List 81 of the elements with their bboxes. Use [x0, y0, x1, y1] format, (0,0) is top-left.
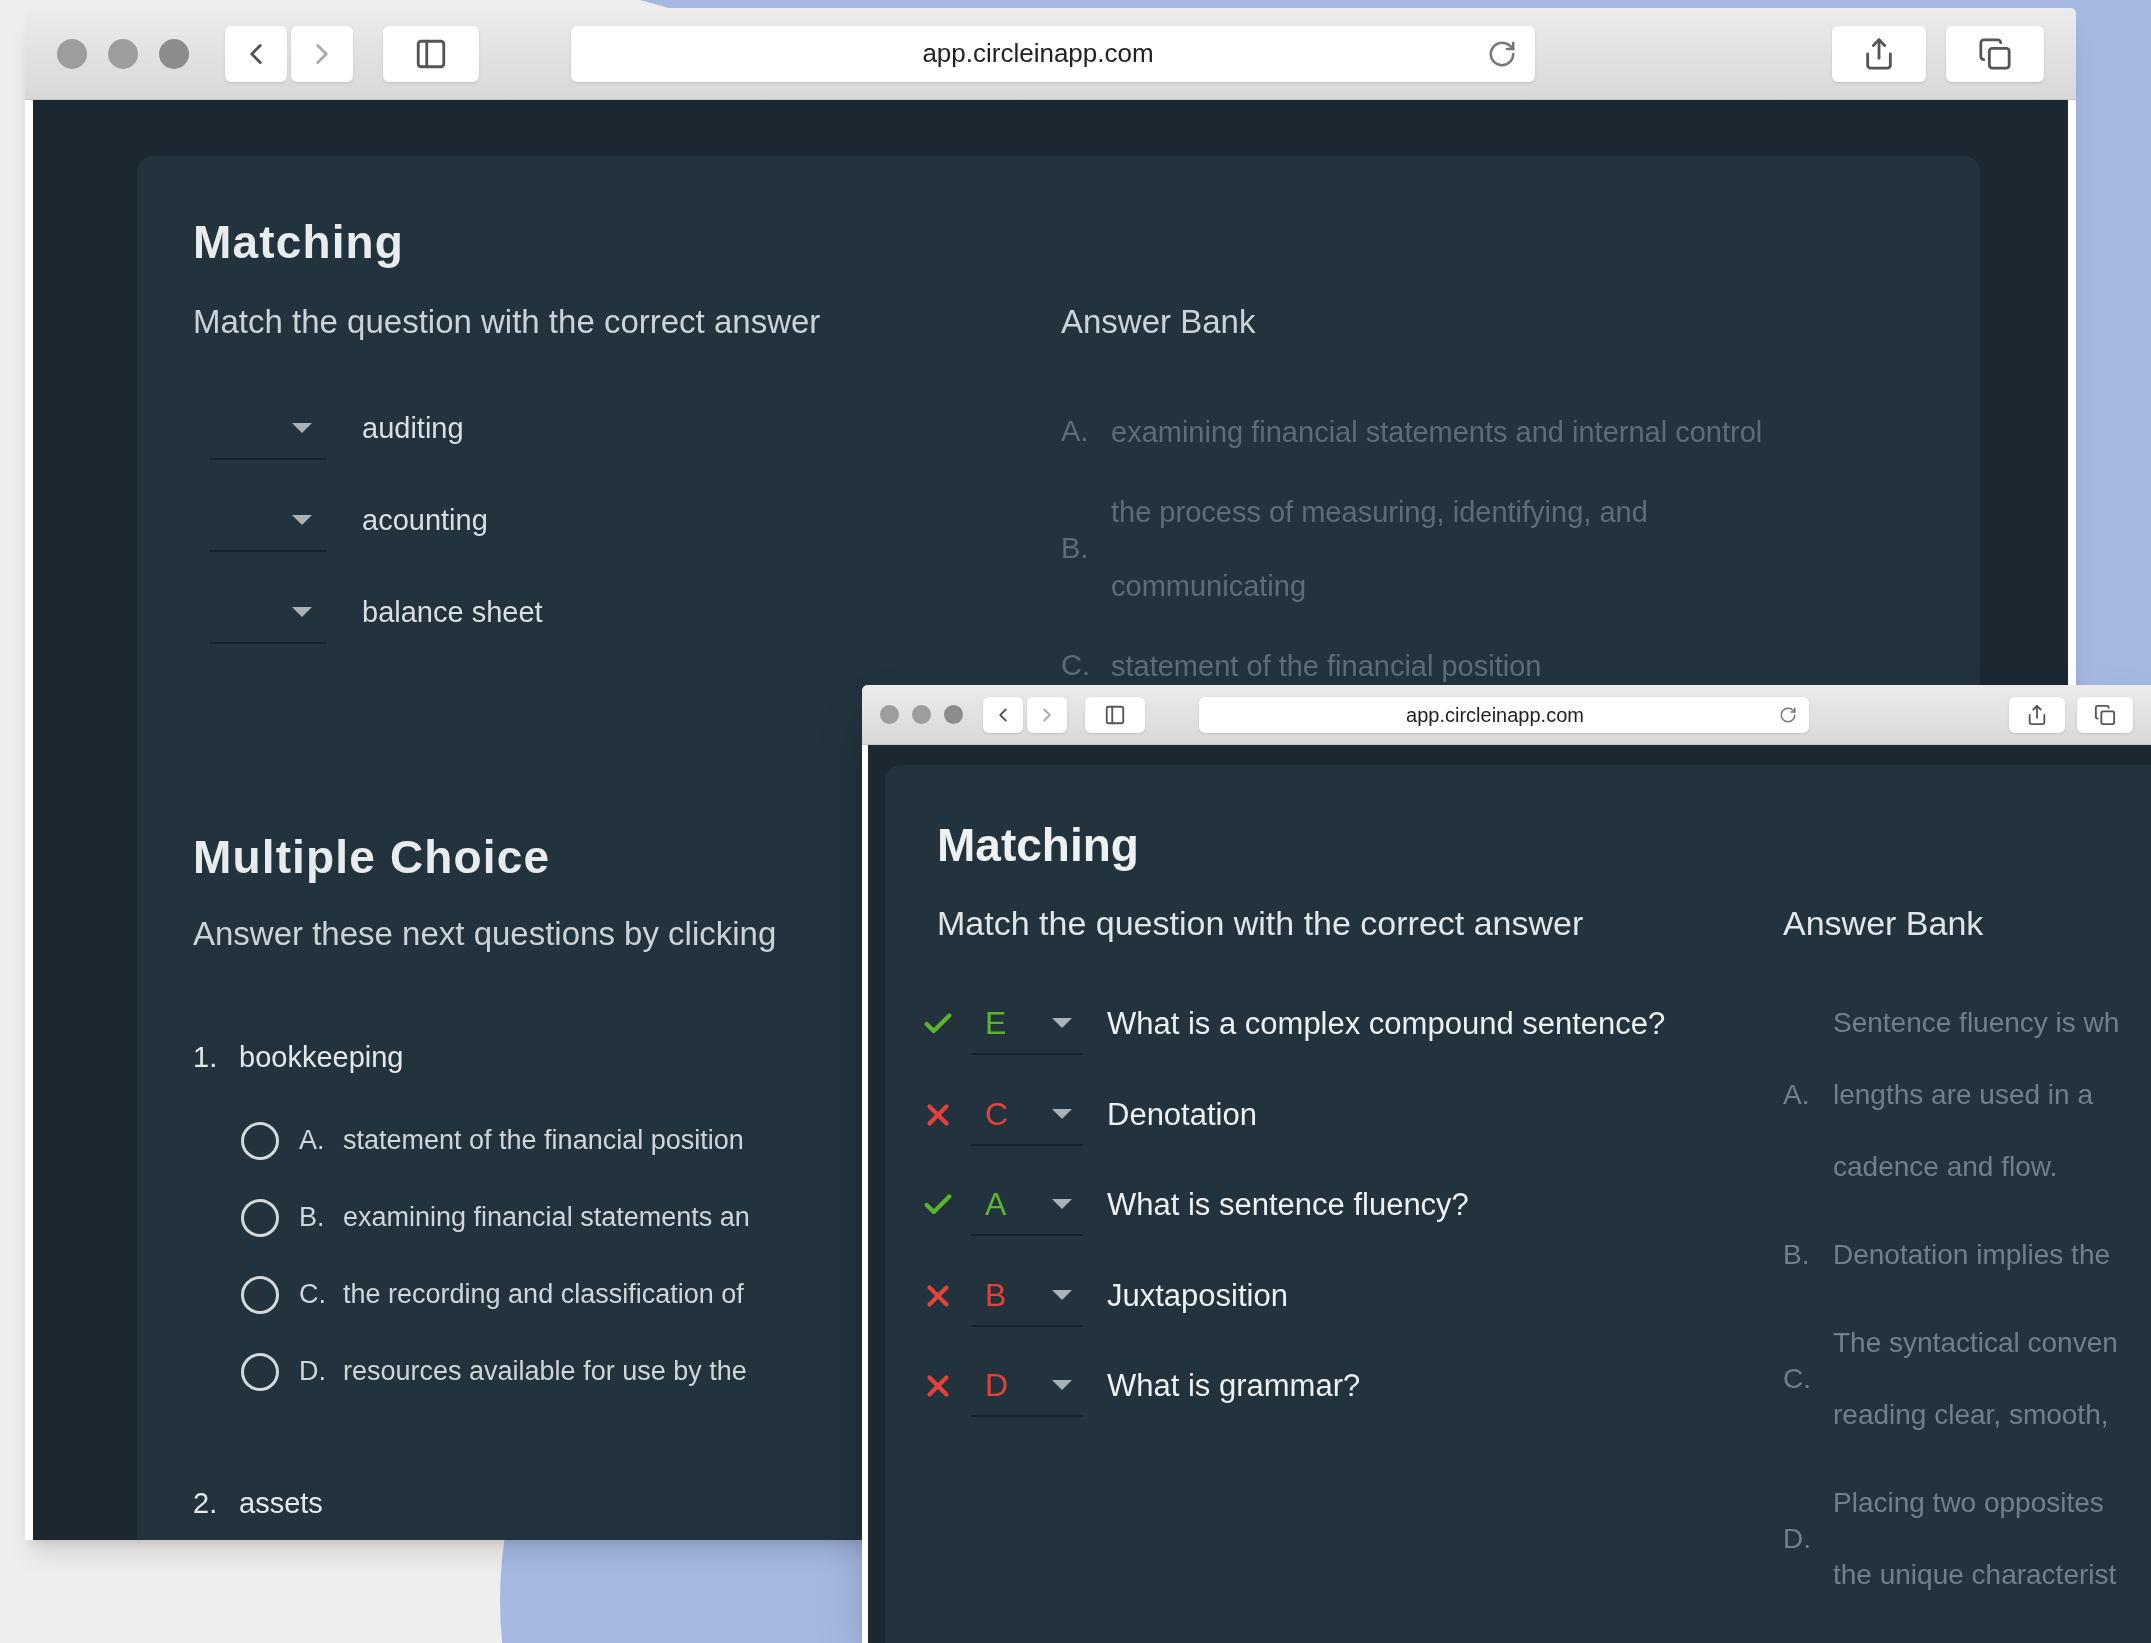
instructions-text: Match the question with the correct answer [193, 302, 822, 342]
question-text: Juxtaposition [1107, 1276, 1288, 1315]
caret-icon [291, 606, 313, 618]
answer-letter: A. [1061, 414, 1090, 450]
share-button[interactable] [1832, 25, 1926, 82]
answer-letter: A. [1783, 1078, 1811, 1112]
url-text: app.circleinapp.com [921, 37, 1155, 70]
answer-text: the unique characterist [1833, 1558, 2117, 1592]
tabs-button[interactable] [1946, 25, 2044, 82]
caret-icon [1051, 1017, 1073, 1030]
answer-text: statement of the financial position [1111, 649, 1542, 684]
radio-button[interactable] [241, 1121, 279, 1160]
option-letter: A. [299, 1124, 326, 1158]
caret-icon [1051, 1107, 1073, 1120]
back-button[interactable] [983, 696, 1023, 733]
option-letter: D. [299, 1355, 327, 1389]
answer-text: cadence and flow. [1833, 1150, 2059, 1184]
radio-button[interactable] [241, 1275, 279, 1314]
overlapping-squares-icon [2094, 703, 2116, 726]
answer-text: Denotation implies the [1833, 1238, 2111, 1272]
back-button[interactable] [225, 25, 287, 82]
option-text: the recording and classification of [343, 1278, 744, 1312]
option-text: examining financial statements an [343, 1201, 750, 1235]
answer-bank-title: Answer Bank [1783, 903, 1985, 943]
tabs-button[interactable] [2077, 696, 2133, 733]
question-number: 1. [193, 1040, 219, 1076]
answer-text: The syntactical conven [1833, 1326, 2118, 1360]
question-text: What is sentence fluency? [1107, 1186, 1469, 1224]
option-text: resources available for use by the [343, 1355, 747, 1389]
answer-text: lengths are used in a [1833, 1078, 2094, 1112]
caret-icon [291, 514, 313, 526]
url-text: app.circleinapp.com [1405, 702, 1585, 728]
question-number: 2. [193, 1486, 219, 1522]
option-text: statement of the financial position [343, 1124, 744, 1158]
answer-select[interactable]: A [971, 1174, 1083, 1237]
question-text: What is grammar? [1107, 1367, 1361, 1405]
section-title: Matching [937, 819, 1139, 871]
question-text: assets [239, 1486, 323, 1522]
sidebar-button[interactable] [383, 25, 479, 82]
answer-text: reading clear, smooth, [1833, 1398, 2110, 1432]
address-bar[interactable]: app.circleinapp.com [571, 25, 1535, 82]
question-text: acounting [362, 503, 488, 539]
answer-letter: C. [1783, 1362, 1812, 1396]
overlapping-squares-icon [1978, 36, 2012, 71]
caret-icon [1051, 1198, 1073, 1211]
question-text: balance sheet [362, 595, 543, 631]
answer-bank-title: Answer Bank [1061, 302, 1257, 342]
sidebar-icon [1104, 703, 1126, 726]
answer-text: the process of measuring, identifying, and [1111, 495, 1648, 530]
answer-select[interactable]: B [971, 1264, 1083, 1327]
answer-text: Sentence fluency is wh [1833, 1006, 2120, 1040]
answer-text: Placing two opposites [1833, 1486, 2105, 1520]
question-text: auditing [362, 411, 464, 447]
instructions-text: Match the question with the correct answer [937, 903, 1585, 943]
question-text: Denotation [1107, 1095, 1257, 1134]
option-letter: B. [299, 1201, 326, 1235]
answer-letter: B. [1061, 531, 1090, 567]
section-title: Multiple Choice [193, 831, 551, 883]
radio-button[interactable] [241, 1198, 279, 1237]
answer-select[interactable]: E [971, 993, 1083, 1056]
answer-select[interactable]: D [971, 1355, 1083, 1418]
answer-letter: D. [1783, 1522, 1812, 1556]
question-text: What is a complex compound sentence? [1107, 1005, 1666, 1043]
instructions-text: Answer these next questions by clicking [193, 914, 777, 954]
answer-letter: B. [1783, 1238, 1811, 1272]
caret-icon [291, 422, 313, 434]
question-text: bookkeeping [239, 1040, 404, 1076]
sidebar-button[interactable] [1085, 696, 1145, 733]
answer-select[interactable]: C [971, 1083, 1083, 1146]
option-letter: C. [299, 1278, 327, 1312]
answer-text: communicating [1111, 569, 1308, 604]
caret-icon [1051, 1288, 1073, 1301]
caret-icon [1051, 1379, 1073, 1392]
address-bar[interactable]: app.circleinapp.com [1199, 696, 1809, 733]
answer-letter: C. [1061, 648, 1091, 684]
share-button[interactable] [2009, 696, 2065, 733]
answer-text: examining financial statements and internal control [1111, 415, 1763, 450]
reload-icon[interactable] [1779, 705, 1797, 724]
share-icon [2026, 703, 2048, 726]
radio-button[interactable] [241, 1352, 279, 1391]
section-title: Matching [193, 216, 405, 268]
